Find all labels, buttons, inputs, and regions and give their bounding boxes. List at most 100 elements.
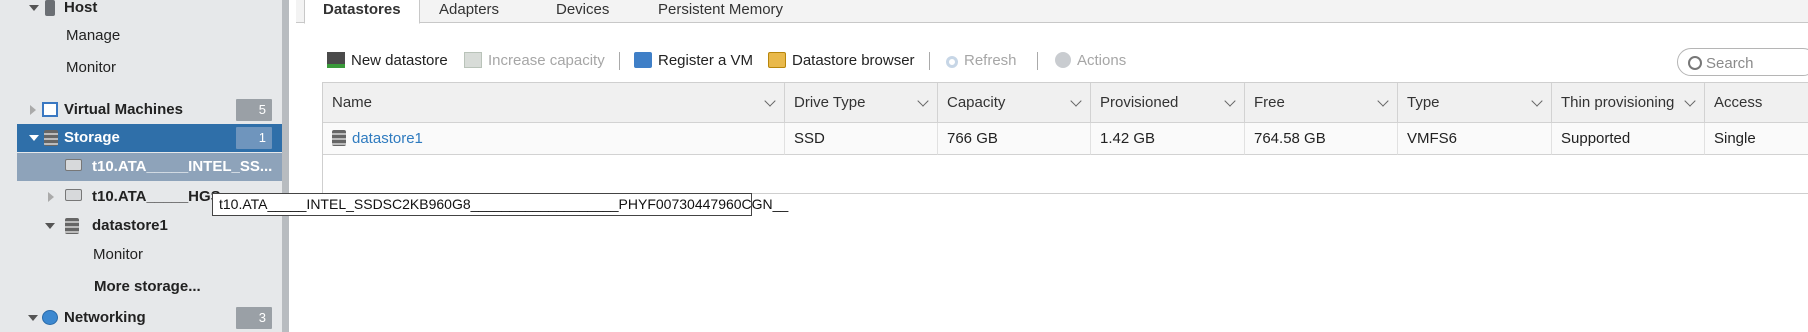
chevron-down-icon[interactable] <box>1531 95 1543 107</box>
column-header-label: Capacity <box>947 94 1006 111</box>
nav-datastore-monitor[interactable]: Monitor <box>0 241 282 269</box>
networking-count-badge: 3 <box>236 307 272 329</box>
nav-device-hgst-label: t10.ATA_____HGS <box>92 188 221 205</box>
tab-devices[interactable]: Devices <box>538 0 627 22</box>
column-header-label: Drive Type <box>794 94 866 111</box>
nav-datastore-monitor-label: Monitor <box>93 246 144 263</box>
tab-datastores[interactable]: Datastores <box>304 0 420 24</box>
tab-bar: Datastores Adapters Devices Persistent M… <box>296 0 1808 24</box>
tab-adapters[interactable]: Adapters <box>421 0 517 22</box>
chevron-down-icon[interactable] <box>917 95 929 107</box>
toolbar-divider <box>619 52 620 70</box>
column-header-label: Access <box>1714 94 1763 111</box>
vm-count-badge: 5 <box>236 99 272 121</box>
register-vm-label: Register a VM <box>658 52 754 69</box>
toolbar-divider <box>1037 52 1038 70</box>
nav-monitor[interactable]: Monitor <box>0 54 282 82</box>
disk-icon <box>65 189 82 201</box>
toolbar-divider <box>929 52 930 70</box>
storage-icon <box>44 130 58 146</box>
nav-networking[interactable]: Networking 3 <box>0 304 282 332</box>
nav-storage-label: Storage <box>64 129 120 146</box>
disk-icon <box>65 159 82 171</box>
column-header-label: Thin provisioning <box>1561 94 1675 111</box>
column-header-provisioned[interactable]: Provisioned <box>1091 83 1245 123</box>
new-datastore-icon <box>327 52 345 68</box>
chevron-down-icon[interactable] <box>1684 95 1696 107</box>
nav-monitor-label: Monitor <box>66 59 117 76</box>
nav-virtual-machines[interactable]: Virtual Machines 5 <box>0 96 282 124</box>
chevron-down-icon[interactable] <box>1377 95 1389 107</box>
search-input[interactable] <box>1704 52 1808 74</box>
increase-capacity-button[interactable]: Increase capacity <box>464 48 605 74</box>
nav-host[interactable]: Host <box>0 0 282 22</box>
toolbar: New datastore Increase capacity Register… <box>322 48 1808 74</box>
actions-label: Actions <box>1077 52 1127 69</box>
collapse-icon[interactable] <box>29 135 39 141</box>
refresh-button[interactable]: Refresh <box>946 48 1017 74</box>
networking-icon <box>42 310 58 325</box>
nav-manage[interactable]: Manage <box>0 22 282 50</box>
expand-icon[interactable] <box>30 105 36 115</box>
datastores-table: Name Drive Type Capacity Provisioned Fre… <box>322 82 1808 194</box>
increase-capacity-icon <box>464 52 482 68</box>
collapse-icon[interactable] <box>29 5 39 11</box>
collapse-icon[interactable] <box>45 223 55 229</box>
collapse-icon[interactable] <box>28 315 38 321</box>
cell-thin-provisioning: Supported <box>1552 123 1705 155</box>
datastore-browser-label: Datastore browser <box>792 52 915 69</box>
new-datastore-button[interactable]: New datastore <box>327 48 448 74</box>
search-icon <box>1688 56 1702 70</box>
search-box[interactable] <box>1677 48 1808 76</box>
nav-more-storage-label: More storage... <box>94 278 201 295</box>
cell-access: Single <box>1705 123 1808 155</box>
column-header-free[interactable]: Free <box>1245 83 1398 123</box>
actions-button[interactable]: Actions <box>1055 48 1126 74</box>
nav-manage-label: Manage <box>66 27 121 44</box>
host-icon <box>45 0 55 16</box>
column-header-label: Type <box>1407 94 1440 111</box>
column-header-capacity[interactable]: Capacity <box>938 83 1091 123</box>
column-header-label: Free <box>1254 94 1285 111</box>
nav-storage[interactable]: Storage 1 <box>17 124 282 152</box>
column-header-access[interactable]: Access <box>1705 83 1808 123</box>
column-header-type[interactable]: Type <box>1398 83 1552 123</box>
datastore-icon <box>65 218 79 234</box>
column-header-drive-type[interactable]: Drive Type <box>785 83 938 123</box>
nav-virtual-machines-label: Virtual Machines <box>64 101 183 118</box>
cell-free: 764.58 GB <box>1245 123 1398 155</box>
register-vm-icon <box>634 52 652 68</box>
tab-persistent-memory[interactable]: Persistent Memory <box>640 0 801 22</box>
chevron-down-icon[interactable] <box>1070 95 1082 107</box>
datastore-icon <box>332 130 346 146</box>
nav-datastore1[interactable]: datastore1 <box>0 212 282 240</box>
register-vm-button[interactable]: Register a VM <box>634 48 753 74</box>
nav-device-intel-label: t10.ATA_____INTEL_SS... <box>92 158 273 175</box>
refresh-label: Refresh <box>964 52 1017 69</box>
nav-networking-label: Networking <box>64 309 146 326</box>
cell-drive-type: SSD <box>785 123 938 155</box>
column-header-thin-provisioning[interactable]: Thin provisioning <box>1552 83 1705 123</box>
refresh-icon <box>946 56 958 68</box>
column-header-label: Name <box>332 94 373 111</box>
cell-provisioned: 1.42 GB <box>1091 123 1245 155</box>
cell-name[interactable]: datastore1 <box>323 123 785 155</box>
expand-icon[interactable] <box>48 192 54 202</box>
nav-more-storage[interactable]: More storage... <box>0 273 282 301</box>
cell-type: VMFS6 <box>1398 123 1552 155</box>
navigator-panel: Host Manage Monitor Virtual Machines 5 S… <box>0 0 289 332</box>
virtual-machines-icon <box>42 102 58 117</box>
nav-device-intel[interactable]: t10.ATA_____INTEL_SS... <box>17 153 282 181</box>
column-header-label: Provisioned <box>1100 94 1179 111</box>
storage-count-badge: 1 <box>236 127 272 149</box>
nav-host-label: Host <box>64 0 98 16</box>
column-header-name[interactable]: Name <box>323 83 785 123</box>
device-name-tooltip: t10.ATA_____INTEL_SSDSC2KB960G8_________… <box>212 193 788 216</box>
datastore-browser-button[interactable]: Datastore browser <box>768 48 915 74</box>
datastore-link[interactable]: datastore1 <box>352 130 423 147</box>
new-datastore-label: New datastore <box>351 52 448 69</box>
chevron-down-icon[interactable] <box>1224 95 1236 107</box>
gear-icon <box>1055 52 1071 68</box>
chevron-down-icon[interactable] <box>764 95 776 107</box>
nav-datastore1-label: datastore1 <box>92 217 168 234</box>
